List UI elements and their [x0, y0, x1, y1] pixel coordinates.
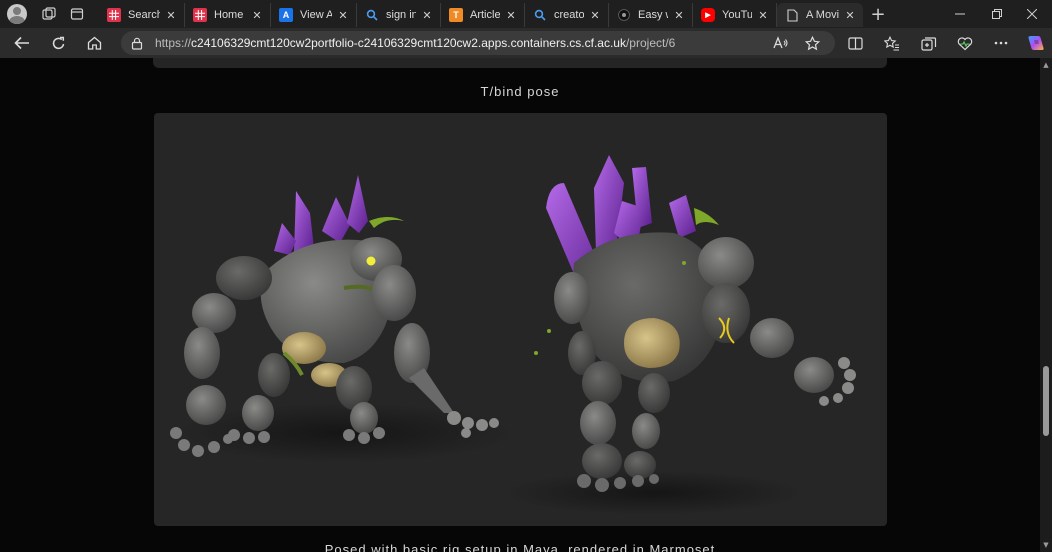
url-host: c24106329cmt120cw2portfolio-c24106329cmt…: [191, 36, 626, 50]
workspaces-icon[interactable]: [35, 0, 63, 28]
reload-button[interactable]: [40, 28, 76, 58]
tab-title: View As: [300, 9, 332, 21]
url-path: /project/6: [625, 36, 676, 50]
golem-right: [504, 155, 856, 515]
profile-avatar[interactable]: [7, 4, 27, 24]
split-screen-icon: [847, 36, 863, 50]
read-aloud-button[interactable]: [766, 28, 796, 58]
read-aloud-icon: [773, 36, 788, 49]
new-tab-button[interactable]: +: [863, 0, 893, 28]
tab-strip: Search ✕ Home : ✕ A View As ✕ sign in t …: [0, 0, 1052, 28]
search-icon: [365, 8, 379, 22]
ellipsis-icon: [994, 41, 1008, 45]
tab-view-as[interactable]: A View As ✕: [271, 3, 357, 27]
close-icon[interactable]: ✕: [250, 8, 264, 22]
minimize-button[interactable]: [940, 0, 980, 28]
more-menu-button[interactable]: [986, 28, 1016, 58]
heart-pulse-icon: [957, 36, 973, 50]
tab-a-movie[interactable]: A Movie ✕: [777, 3, 863, 27]
tab-sign-in[interactable]: sign in t ✕: [357, 3, 441, 27]
favorites-list-icon: [884, 35, 899, 51]
close-icon[interactable]: ✕: [756, 8, 770, 22]
browser-essentials-button[interactable]: [950, 28, 980, 58]
close-icon[interactable]: ✕: [672, 8, 686, 22]
tab-title: creator: [554, 9, 584, 21]
tab-actions-icon[interactable]: [63, 0, 91, 28]
rock-golem-render: [170, 155, 856, 515]
dark-circle-icon: [617, 8, 631, 22]
restore-button[interactable]: [977, 0, 1017, 28]
tab-title: YouTub: [722, 9, 752, 21]
vertical-scrollbar[interactable]: [1040, 58, 1052, 552]
close-icon[interactable]: ✕: [588, 8, 602, 22]
scroll-up-arrow-icon[interactable]: ▲: [1042, 61, 1050, 69]
model-render-image: [154, 113, 887, 526]
tab-search[interactable]: Search ✕: [99, 3, 185, 27]
url-text[interactable]: https://c24106329cmt120cw2portfolio-c241…: [155, 36, 675, 50]
search-icon: [533, 8, 547, 22]
tab-title: Article: [470, 9, 500, 21]
url-scheme: https://: [155, 36, 192, 50]
tab-title: Easy wa: [638, 9, 668, 21]
tab-easy-way[interactable]: Easy wa ✕: [609, 3, 693, 27]
close-window-button[interactable]: [1012, 0, 1052, 28]
tab-creator[interactable]: creator ✕: [525, 3, 609, 27]
caption-render-info: Posed with basic rig setup in Maya, rend…: [324, 542, 716, 552]
scrollbar-thumb[interactable]: [1043, 366, 1049, 436]
copilot-button[interactable]: [1021, 28, 1051, 58]
tab-title: sign in t: [386, 9, 416, 21]
collections-button[interactable]: [914, 28, 944, 58]
copilot-icon: [1028, 36, 1044, 50]
tab-title: Home :: [214, 9, 246, 21]
split-screen-button[interactable]: [840, 28, 870, 58]
golem-left: [170, 175, 514, 463]
a-logo-icon: A: [279, 8, 293, 22]
close-icon[interactable]: ✕: [336, 8, 350, 22]
tab-article[interactable]: T Article ✕: [441, 3, 525, 27]
page-viewport: T/bind pose Posed with basic rig setup i…: [0, 58, 1052, 552]
tab-title: Search: [128, 9, 160, 21]
close-icon[interactable]: ✕: [164, 8, 178, 22]
caption-bind-pose: T/bind pose: [480, 84, 560, 99]
previous-media-card: [153, 58, 887, 68]
home-button[interactable]: [76, 28, 112, 58]
tab-youtube[interactable]: ▶ YouTub ✕: [693, 3, 777, 27]
youtube-icon: ▶: [701, 8, 715, 22]
document-icon: [785, 8, 799, 22]
home-icon: [87, 36, 101, 50]
tab-title: A Movie: [806, 9, 839, 21]
t-logo-icon: T: [449, 8, 463, 22]
tiled-red-icon: [107, 8, 121, 22]
favorites-button[interactable]: [877, 28, 907, 58]
collections-icon: [921, 36, 937, 51]
tiled-red-icon: [193, 8, 207, 22]
browser-toolbar: https://c24106329cmt120cw2portfolio-c241…: [0, 28, 1052, 58]
back-arrow-icon: [14, 36, 29, 50]
star-icon: [804, 35, 820, 50]
lock-icon[interactable]: [131, 37, 143, 50]
favorite-star-button[interactable]: [797, 28, 827, 58]
back-button[interactable]: [4, 28, 40, 58]
close-icon[interactable]: ✕: [843, 8, 857, 22]
reload-icon: [52, 36, 64, 49]
address-bar[interactable]: https://c24106329cmt120cw2portfolio-c241…: [121, 31, 835, 55]
close-icon[interactable]: ✕: [504, 8, 518, 22]
scroll-down-arrow-icon[interactable]: ▼: [1042, 541, 1050, 549]
close-icon[interactable]: ✕: [420, 8, 434, 22]
tab-home[interactable]: Home : ✕: [185, 3, 271, 27]
